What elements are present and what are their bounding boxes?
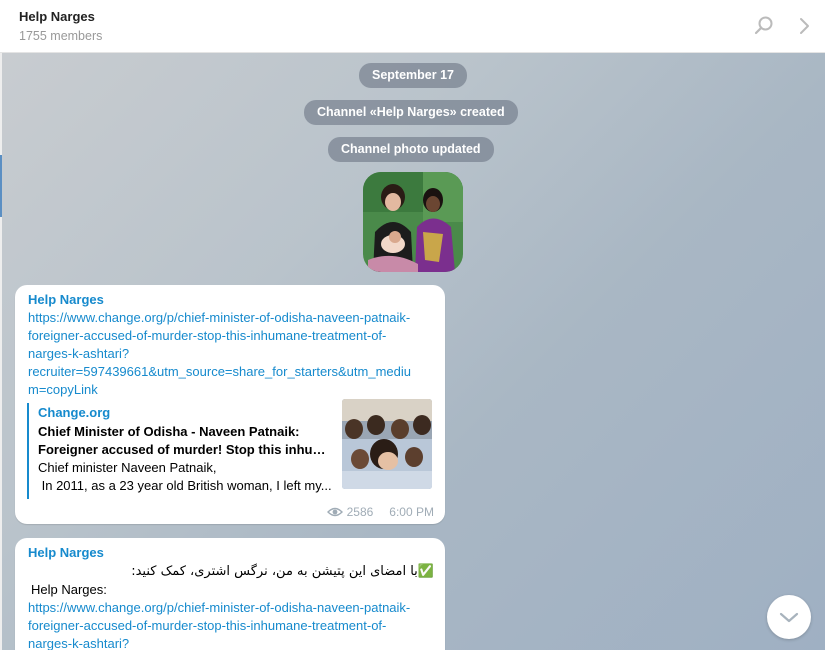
service-message-created: Channel «Help Narges» created: [304, 100, 518, 125]
link-line[interactable]: narges-k-ashtari?: [28, 345, 438, 363]
member-count: 1755 members: [19, 29, 103, 43]
chat-header[interactable]: Help Narges 1755 members: [0, 0, 825, 53]
link-preview[interactable]: Change.org Chief Minister of Odisha - Na…: [27, 399, 433, 499]
preview-title-line: Foreigner accused of murder! Stop this i…: [38, 442, 334, 457]
preview-thumbnail[interactable]: [342, 399, 432, 489]
message-time: 6:00 PM: [389, 505, 434, 519]
preview-description: Chief minister Naveen Patnaik, In 2011, …: [38, 459, 334, 495]
eye-icon: [326, 507, 343, 517]
message-link[interactable]: https://www.change.org/p/chief-minister-…: [28, 309, 438, 399]
message-link[interactable]: https://www.change.org/p/chief-minister-…: [28, 599, 438, 650]
preview-title: Chief Minister of Odisha - Naveen Patnai…: [38, 423, 334, 459]
message-sender[interactable]: Help Narges: [28, 292, 104, 307]
service-message-photo-updated: Channel photo updated: [328, 137, 494, 162]
scroll-down-button[interactable]: [767, 595, 811, 639]
link-line[interactable]: m=copyLink: [28, 381, 438, 399]
chat-history[interactable]: September 17 Channel «Help Narges» creat…: [2, 53, 825, 650]
preview-title-line: Chief Minister of Odisha - Naveen Patnai…: [38, 424, 300, 439]
message-sender[interactable]: Help Narges: [28, 545, 104, 560]
preview-desc-line: In 2011, as a 23 year old British woman,…: [38, 478, 332, 493]
view-count: 2586: [346, 505, 374, 519]
search-icon[interactable]: [752, 14, 776, 38]
message-bubble[interactable]: Help Narges ✅با امضای این پتیشن به من، ن…: [15, 538, 445, 650]
channel-title[interactable]: Help Narges: [19, 9, 95, 24]
link-line[interactable]: https://www.change.org/p/chief-minister-…: [28, 599, 438, 617]
message-meta: 2586 6:00 PM: [326, 505, 434, 519]
chevron-down-icon: [779, 612, 799, 623]
message-text-persian: ✅با امضای این پتیشن به من، نرگس اشتری، ک…: [131, 564, 434, 579]
link-line[interactable]: https://www.change.org/p/chief-minister-…: [28, 309, 438, 327]
message-text-label: Help Narges:: [31, 582, 107, 597]
link-line[interactable]: foreigner-accused-of-murder-stop-this-in…: [28, 327, 438, 345]
preview-site-name: Change.org: [38, 405, 111, 420]
window-left-border: [0, 53, 2, 650]
chevron-right-icon[interactable]: [794, 14, 816, 38]
channel-photo[interactable]: [363, 172, 463, 272]
link-line[interactable]: recruiter=597439661&utm_source=share_for…: [28, 363, 438, 381]
date-separator: September 17: [359, 63, 467, 88]
preview-desc-line: Chief minister Naveen Patnaik,: [38, 460, 217, 475]
message-bubble[interactable]: Help Narges https://www.change.org/p/chi…: [15, 285, 445, 524]
link-line[interactable]: foreigner-accused-of-murder-stop-this-in…: [28, 617, 438, 635]
link-line[interactable]: narges-k-ashtari?: [28, 635, 438, 650]
sidebar-edge-highlight: [0, 155, 2, 217]
